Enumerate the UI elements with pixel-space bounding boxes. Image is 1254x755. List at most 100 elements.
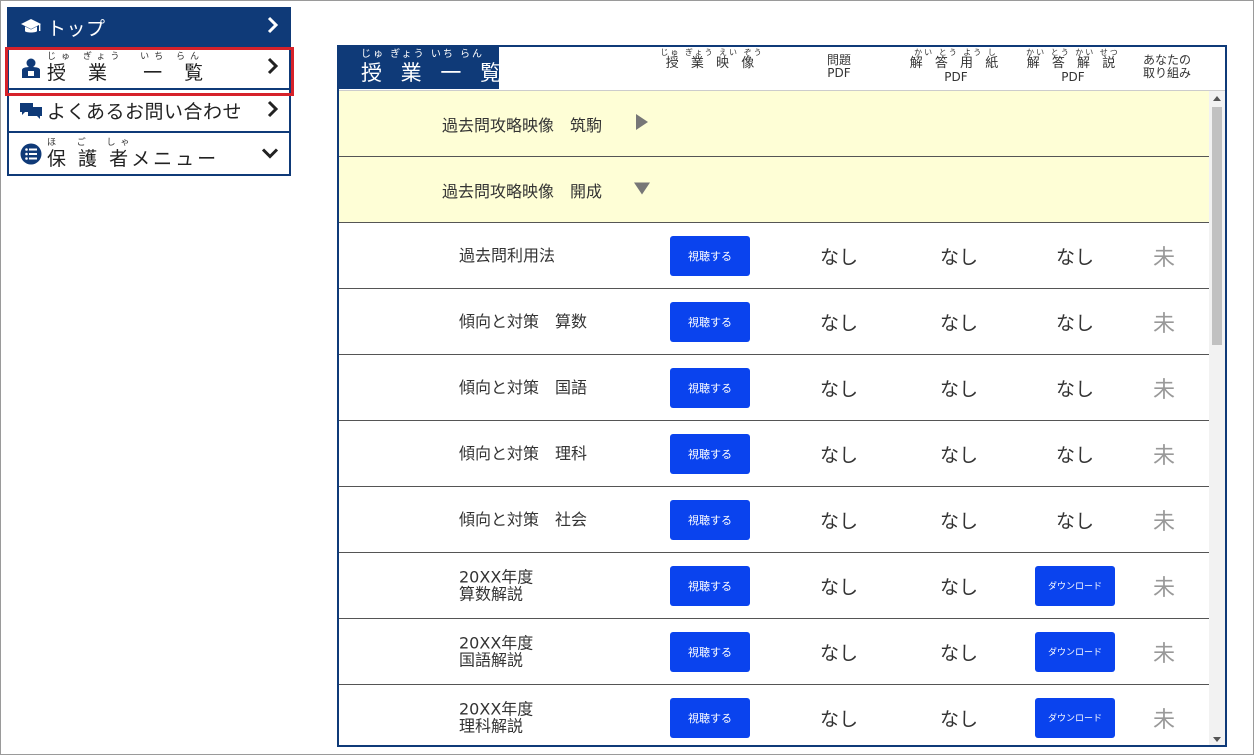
table-row: 傾向と対策 理科 視聴する なし なし なし 未	[339, 421, 1209, 487]
watch-button[interactable]: 視聴する	[670, 235, 750, 276]
problem-pdf-cell: なし	[819, 246, 858, 268]
progress-status: 未	[1152, 641, 1175, 667]
explanation-cell: なし	[1055, 510, 1094, 532]
category-row-tsukukoma[interactable]: 過去問攻略映像 筑駒	[339, 91, 1209, 157]
column-header-video: じゅ ぎょう えい ぞう 授 業 映 像	[657, 48, 767, 72]
progress-status: 未	[1152, 509, 1175, 535]
chevron-down-icon	[261, 144, 279, 163]
page-title: じゅ ぎょう いち らん 授 業 一 覧	[339, 47, 508, 89]
column-header-label: 授 業 映 像	[665, 56, 759, 72]
chevron-right-icon	[267, 100, 279, 122]
answer-sheet-cell: なし	[939, 510, 978, 532]
column-header-label-2: 取り組み	[1142, 65, 1191, 80]
category-label: 過去問攻略映像 開成	[442, 181, 603, 201]
progress-status: 未	[1152, 311, 1175, 337]
column-header-problem: 問題 PDF	[804, 54, 874, 79]
chevron-right-icon	[267, 57, 279, 79]
problem-pdf-cell: なし	[819, 576, 858, 598]
column-header-effort: あなたの 取り組み	[1135, 54, 1199, 79]
column-header-label: 問題	[826, 53, 851, 67]
download-button[interactable]: ダウンロード	[1035, 631, 1115, 672]
lesson-title: 20XX年度 国語解説	[459, 632, 534, 670]
scroll-down-icon[interactable]	[1209, 733, 1225, 745]
watch-button[interactable]: 視聴する	[670, 301, 750, 342]
answer-sheet-cell: なし	[939, 312, 978, 334]
lesson-title: 傾向と対策 国語	[459, 377, 588, 397]
explanation-cell: なし	[1055, 246, 1094, 268]
menu-item-label: よくあるお問い合わせ	[47, 101, 243, 123]
column-header-answer-sheet: かい とう よう し 解 答 用 紙 PDF	[904, 48, 1008, 85]
menu-item-ruby: じゅ ぎょう いち らん	[47, 51, 204, 62]
download-button[interactable]: ダウンロード	[1035, 565, 1115, 606]
progress-status: 未	[1152, 377, 1175, 403]
table-row: 20XX年度 算数解説 視聴する なし なし ダウンロード 未	[339, 553, 1209, 619]
table-row: 傾向と対策 算数 視聴する なし なし なし 未	[339, 289, 1209, 355]
table-row: 20XX年度 理科解説 視聴する なし なし ダウンロード 未	[339, 685, 1209, 745]
vertical-scrollbar[interactable]	[1209, 91, 1225, 745]
explanation-cell: なし	[1055, 378, 1094, 400]
lesson-title: 傾向と対策 理科	[459, 443, 588, 463]
watch-button[interactable]: 視聴する	[670, 697, 750, 738]
menu-item-guardian[interactable]: ほ ご しゃ 保 護 者メニュー	[7, 133, 291, 176]
watch-button[interactable]: 視聴する	[670, 433, 750, 474]
column-header-label: 解 答 解 説	[1026, 56, 1120, 72]
lesson-title: 20XX年度 算数解説	[459, 566, 534, 604]
scroll-up-icon[interactable]	[1209, 91, 1225, 105]
column-header-explanation: かい とう かい せつ 解 答 解 説 PDF	[1021, 48, 1125, 85]
table-row: 傾向と対策 社会 視聴する なし なし なし 未	[339, 487, 1209, 553]
watch-button[interactable]: 視聴する	[670, 631, 750, 672]
explanation-cell: なし	[1055, 312, 1094, 334]
answer-sheet-cell: なし	[939, 378, 978, 400]
lesson-list-panel: じゅ ぎょう いち らん 授 業 一 覧 じゅ ぎょう えい ぞう 授 業 映 …	[337, 45, 1227, 747]
graduation-cap-icon	[19, 15, 43, 39]
lesson-list: 過去問攻略映像 筑駒 過去問攻略映像 開成 過去問利用法 視聴する なし なし …	[339, 91, 1209, 745]
answer-sheet-cell: なし	[939, 246, 978, 268]
triangle-right-icon	[635, 113, 649, 135]
menu-item-lessons[interactable]: じゅ ぎょう いち らん 授 業 一 覧	[7, 47, 291, 90]
chevron-right-icon	[267, 16, 279, 38]
watch-button[interactable]: 視聴する	[670, 499, 750, 540]
answer-sheet-cell: なし	[939, 576, 978, 598]
answer-sheet-cell: なし	[939, 708, 978, 730]
problem-pdf-cell: なし	[819, 708, 858, 730]
table-row: 傾向と対策 国語 視聴する なし なし なし 未	[339, 355, 1209, 421]
progress-status: 未	[1152, 245, 1175, 271]
watch-button[interactable]: 視聴する	[670, 367, 750, 408]
menu-item-label: 保 護 者メニュー	[47, 147, 220, 170]
page-title-text: 授 業 一 覧	[361, 61, 508, 85]
answer-sheet-cell: なし	[939, 642, 978, 664]
menu-item-faq[interactable]: よくあるお問い合わせ	[7, 90, 291, 133]
list-circle-icon	[19, 142, 43, 166]
lesson-title: 傾向と対策 社会	[459, 509, 588, 529]
problem-pdf-cell: なし	[819, 642, 858, 664]
watch-button[interactable]: 視聴する	[670, 565, 750, 606]
table-row: 20XX年度 国語解説 視聴する なし なし ダウンロード 未	[339, 619, 1209, 685]
menu-item-top[interactable]: トップ	[7, 7, 291, 47]
answer-sheet-cell: なし	[939, 444, 978, 466]
download-button[interactable]: ダウンロード	[1035, 697, 1115, 738]
teacher-book-icon	[19, 56, 43, 80]
progress-status: 未	[1152, 707, 1175, 733]
progress-status: 未	[1152, 575, 1175, 601]
column-header-sub: PDF	[1061, 70, 1085, 85]
column-header-sub: PDF	[827, 65, 851, 80]
side-menu: トップ じゅ ぎょう いち らん 授 業 一 覧 よくあるお問い合わせ ほ ご …	[7, 7, 291, 176]
lesson-title: 傾向と対策 算数	[459, 311, 588, 331]
column-header-label: 解 答 用 紙	[909, 56, 1003, 72]
category-row-kaisei[interactable]: 過去問攻略映像 開成	[339, 157, 1209, 223]
menu-item-ruby: ほ ご しゃ	[47, 137, 135, 148]
category-label: 過去問攻略映像 筑駒	[442, 115, 603, 135]
explanation-cell: なし	[1055, 444, 1094, 466]
column-header-sub: PDF	[944, 70, 968, 85]
problem-pdf-cell: なし	[819, 312, 858, 334]
table-header: じゅ ぎょう いち らん 授 業 一 覧 じゅ ぎょう えい ぞう 授 業 映 …	[339, 47, 1225, 91]
menu-item-label: トップ	[47, 17, 106, 40]
page-title-ruby: じゅ ぎょう いち らん	[361, 49, 485, 60]
lesson-title: 過去問利用法	[459, 245, 556, 265]
problem-pdf-cell: なし	[819, 444, 858, 466]
problem-pdf-cell: なし	[819, 510, 858, 532]
scrollbar-thumb[interactable]	[1212, 107, 1222, 345]
problem-pdf-cell: なし	[819, 378, 858, 400]
column-header-label: あなたの	[1142, 53, 1191, 67]
progress-status: 未	[1152, 443, 1175, 469]
